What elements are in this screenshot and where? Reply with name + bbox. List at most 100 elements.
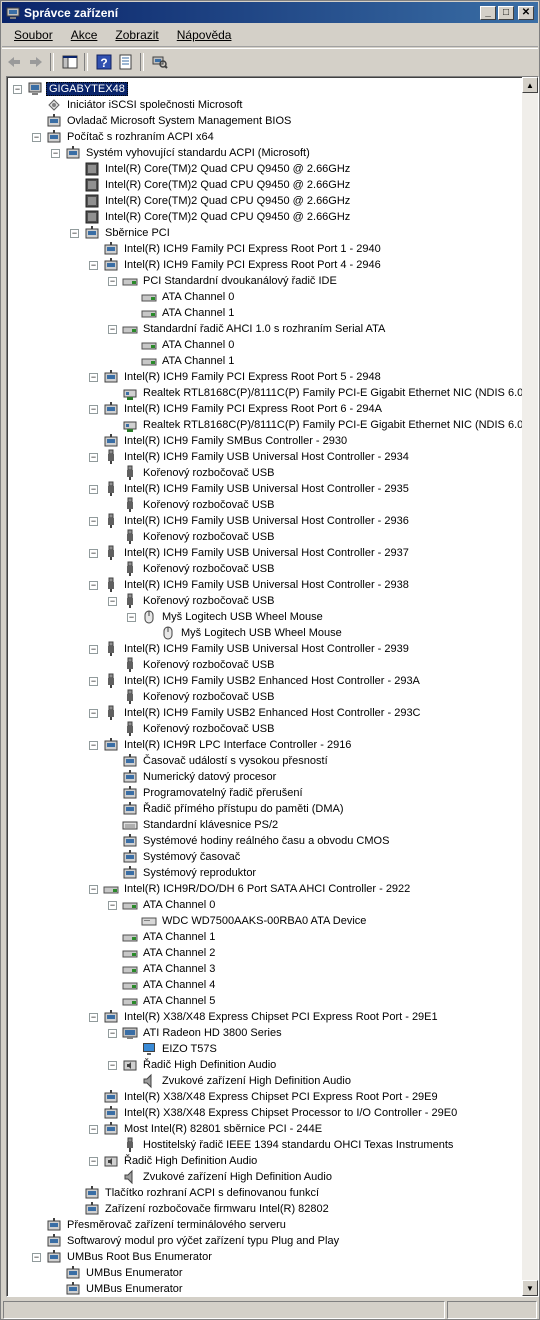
tree-node-ata-channel-1[interactable]: ATA Channel 1 [141, 353, 236, 369]
tree-node-intel-r-x38-x48-express-chipset-pci-expr[interactable]: Intel(R) X38/X48 Express Chipset PCI Exp… [103, 1009, 440, 1025]
expand-collapse-toggle[interactable]: − [51, 149, 60, 158]
tree-node-radic-high-definition-audio[interactable]: Řadič High Definition Audio [103, 1153, 259, 1169]
tree-node-systemovy-casovac[interactable]: Systémový časovač [122, 849, 242, 865]
tree-node-ata-channel-0[interactable]: ATA Channel 0 [122, 897, 217, 913]
scan-hardware-button[interactable] [150, 52, 170, 72]
menu-napoveda[interactable]: Nápověda [165, 28, 238, 42]
tree-node-intel-r-x38-x48-express-chipset-processo[interactable]: Intel(R) X38/X48 Express Chipset Process… [103, 1105, 459, 1121]
tree-node-zarizeni-rozbocovace-firmwaru-intel-r-82[interactable]: Zařízení rozbočovače firmwaru Intel(R) 8… [84, 1201, 331, 1217]
tree-node-intel-r-ich9-family-usb-universal-host-c[interactable]: Intel(R) ICH9 Family USB Universal Host … [103, 545, 411, 561]
tree-node-ata-channel-0[interactable]: ATA Channel 0 [141, 289, 236, 305]
expand-collapse-toggle[interactable]: − [32, 1253, 41, 1262]
tree-node-ata-channel-5[interactable]: ATA Channel 5 [122, 993, 217, 1009]
expand-collapse-toggle[interactable]: − [89, 517, 98, 526]
tree-node-intel-r-ich9-family-pci-express-root-por[interactable]: Intel(R) ICH9 Family PCI Express Root Po… [103, 401, 384, 417]
expand-collapse-toggle[interactable]: − [89, 373, 98, 382]
expand-collapse-toggle[interactable]: − [89, 581, 98, 590]
console-tree-button[interactable] [60, 52, 80, 72]
tree-node-intel-r-core-tm-2-quad-cpu-q9450-2-66ghz[interactable]: Intel(R) Core(TM)2 Quad CPU Q9450 @ 2.66… [84, 161, 352, 177]
tree-node-intel-r-ich9-family-smbus-controller-293[interactable]: Intel(R) ICH9 Family SMBus Controller - … [103, 433, 349, 449]
tree-node-intel-r-ich9-family-usb2-enhanced-host-c[interactable]: Intel(R) ICH9 Family USB2 Enhanced Host … [103, 705, 423, 721]
tree-node-system-vyhovujici-standardu-acpi-microso[interactable]: Systém vyhovující standardu ACPI (Micros… [65, 145, 312, 161]
expand-collapse-toggle[interactable]: − [89, 885, 98, 894]
tree-node-sbernice-pci[interactable]: Sběrnice PCI [84, 225, 172, 241]
tree-node-eizo-t57s[interactable]: EIZO T57S [141, 1041, 219, 1057]
forward-button[interactable] [26, 52, 46, 72]
expand-collapse-toggle[interactable]: − [32, 133, 41, 142]
expand-collapse-toggle[interactable]: − [108, 901, 117, 910]
tree-node-korenovy-rozbocovac-usb[interactable]: Kořenový rozbočovač USB [122, 593, 276, 609]
tree-node-intel-r-core-tm-2-quad-cpu-q9450-2-66ghz[interactable]: Intel(R) Core(TM)2 Quad CPU Q9450 @ 2.66… [84, 209, 352, 225]
tree-node-intel-r-ich9-family-usb-universal-host-c[interactable]: Intel(R) ICH9 Family USB Universal Host … [103, 449, 411, 465]
expand-collapse-toggle[interactable]: − [89, 709, 98, 718]
tree-node-intel-r-ich9r-lpc-interface-controller-2[interactable]: Intel(R) ICH9R LPC Interface Controller … [103, 737, 353, 753]
tree-node-realtek-rtl8168c-p-8111c-p-family-pci-e-[interactable]: Realtek RTL8168C(P)/8111C(P) Family PCI-… [122, 385, 529, 401]
tree-node-pocitac-s-rozhranim-acpi-x64[interactable]: Počítač s rozhraním ACPI x64 [46, 129, 216, 145]
tree-node-most-intel-r-82801-sbernice-pci-244e[interactable]: Most Intel(R) 82801 sběrnice PCI - 244E [103, 1121, 324, 1137]
tree-node-intel-r-x38-x48-express-chipset-pci-expr[interactable]: Intel(R) X38/X48 Express Chipset PCI Exp… [103, 1089, 440, 1105]
tree-node-ata-channel-4[interactable]: ATA Channel 4 [122, 977, 217, 993]
tree-node-intel-r-ich9-family-usb2-enhanced-host-c[interactable]: Intel(R) ICH9 Family USB2 Enhanced Host … [103, 673, 422, 689]
tree-node-ata-channel-3[interactable]: ATA Channel 3 [122, 961, 217, 977]
expand-collapse-toggle[interactable]: − [89, 1125, 98, 1134]
tree-node-ovladac-microsoft-system-management-bios[interactable]: Ovladač Microsoft System Management BIOS [46, 113, 293, 129]
tree-node-intel-r-ich9-family-usb-universal-host-c[interactable]: Intel(R) ICH9 Family USB Universal Host … [103, 577, 411, 593]
expand-collapse-toggle[interactable]: − [108, 277, 117, 286]
tree-node-intel-r-core-tm-2-quad-cpu-q9450-2-66ghz[interactable]: Intel(R) Core(TM)2 Quad CPU Q9450 @ 2.66… [84, 193, 352, 209]
expand-collapse-toggle[interactable]: − [127, 613, 136, 622]
tree-node-intel-r-ich9-family-usb-universal-host-c[interactable]: Intel(R) ICH9 Family USB Universal Host … [103, 513, 411, 529]
tree-node-radic-primeho-pristupu-do-pameti-dma[interactable]: Řadič přímého přístupu do paměti (DMA) [122, 801, 346, 817]
tree-node-umbus-enumerator[interactable]: UMBus Enumerator [65, 1265, 185, 1281]
expand-collapse-toggle[interactable]: − [108, 1029, 117, 1038]
minimize-button[interactable]: _ [480, 5, 496, 20]
tree-node-programovatelny-radic-preruseni[interactable]: Programovatelný řadič přerušení [122, 785, 305, 801]
tree-node-numericky-datovy-procesor[interactable]: Numerický datový procesor [122, 769, 278, 785]
scroll-up-button[interactable]: ▲ [522, 77, 538, 93]
device-tree-pane[interactable]: − GIGABYTEX48 Iniciátor iSCSI společnosti … [6, 76, 539, 1297]
tree-node-radic-high-definition-audio[interactable]: Řadič High Definition Audio [122, 1057, 278, 1073]
close-button[interactable]: ✕ [518, 5, 534, 20]
maximize-button[interactable]: □ [498, 5, 514, 20]
tree-node-korenovy-rozbocovac-usb[interactable]: Kořenový rozbočovač USB [122, 721, 276, 737]
tree-node-intel-r-ich9-family-usb-universal-host-c[interactable]: Intel(R) ICH9 Family USB Universal Host … [103, 641, 411, 657]
expand-collapse-toggle[interactable]: − [89, 645, 98, 654]
tree-node-intel-r-ich9-family-usb-universal-host-c[interactable]: Intel(R) ICH9 Family USB Universal Host … [103, 481, 411, 497]
expand-collapse-toggle[interactable]: − [89, 453, 98, 462]
expand-collapse-toggle[interactable]: − [108, 325, 117, 334]
tree-node-intel-r-ich9-family-pci-express-root-por[interactable]: Intel(R) ICH9 Family PCI Express Root Po… [103, 257, 383, 273]
tree-node-umbus-enumerator[interactable]: UMBus Enumerator [65, 1281, 185, 1296]
title-bar[interactable]: Správce zařízení _ □ ✕ [2, 2, 538, 23]
expand-collapse-toggle[interactable]: − [13, 85, 22, 94]
tree-node-mys-logitech-usb-wheel-mouse[interactable]: Myš Logitech USB Wheel Mouse [160, 625, 344, 641]
tree-node-realtek-rtl8168c-p-8111c-p-family-pci-e-[interactable]: Realtek RTL8168C(P)/8111C(P) Family PCI-… [122, 417, 529, 433]
tree-node-pci-standardni-dvoukanalovy-radic-ide[interactable]: PCI Standardní dvoukanálový řadič IDE [122, 273, 339, 289]
tree-node-intel-r-core-tm-2-quad-cpu-q9450-2-66ghz[interactable]: Intel(R) Core(TM)2 Quad CPU Q9450 @ 2.66… [84, 177, 352, 193]
menu-akce[interactable]: Akce [59, 28, 104, 42]
tree-node-mys-logitech-usb-wheel-mouse[interactable]: Myš Logitech USB Wheel Mouse [141, 609, 325, 625]
tree-node-presmerovac-zarizeni-terminaloveho-serve[interactable]: Přesměrovač zařízení terminálového serve… [46, 1217, 288, 1233]
tree-node-intel-r-ich9-family-pci-express-root-por[interactable]: Intel(R) ICH9 Family PCI Express Root Po… [103, 241, 383, 257]
expand-collapse-toggle[interactable]: − [89, 1013, 98, 1022]
tree-node-wdc-wd7500aaks-00rba0-ata-device[interactable]: WDC WD7500AAKS-00RBA0 ATA Device [141, 913, 368, 929]
expand-collapse-toggle[interactable]: − [89, 485, 98, 494]
tree-node-umbus-root-bus-enumerator[interactable]: UMBus Root Bus Enumerator [46, 1249, 214, 1265]
tree-node-korenovy-rozbocovac-usb[interactable]: Kořenový rozbočovač USB [122, 465, 276, 481]
tree-node-standardni-klavesnice-ps-2[interactable]: Standardní klávesnice PS/2 [122, 817, 280, 833]
expand-collapse-toggle[interactable]: − [89, 1157, 98, 1166]
expand-collapse-toggle[interactable]: − [89, 677, 98, 686]
expand-collapse-toggle[interactable]: − [70, 229, 79, 238]
tree-node-zvukove-zarizeni-high-definition-audio[interactable]: Zvukové zařízení High Definition Audio [122, 1169, 334, 1185]
tree-node-gigabytex48[interactable]: GIGABYTEX48 [27, 81, 128, 97]
properties-button[interactable] [116, 52, 136, 72]
expand-collapse-toggle[interactable]: − [108, 597, 117, 606]
menu-soubor[interactable]: Soubor [2, 28, 59, 42]
tree-node-intel-r-ich9-family-pci-express-root-por[interactable]: Intel(R) ICH9 Family PCI Express Root Po… [103, 369, 383, 385]
tree-node-systemove-hodiny-realneho-casu-a-obvodu-[interactable]: Systémové hodiny reálného času a obvodu … [122, 833, 391, 849]
expand-collapse-toggle[interactable]: − [89, 741, 98, 750]
tree-node-ata-channel-1[interactable]: ATA Channel 1 [141, 305, 236, 321]
tree-node-zvukove-zarizeni-high-definition-audio[interactable]: Zvukové zařízení High Definition Audio [141, 1073, 353, 1089]
tree-node-ati-radeon-hd-3800-series[interactable]: ATI Radeon HD 3800 Series [122, 1025, 284, 1041]
tree-node-intel-r-ich9r-do-dh-6-port-sata-ahci-con[interactable]: Intel(R) ICH9R/DO/DH 6 Port SATA AHCI Co… [103, 881, 412, 897]
tree-node-systemovy-reproduktor[interactable]: Systémový reproduktor [122, 865, 258, 881]
tree-node-tlacitko-rozhrani-acpi-s-definovanou-fun[interactable]: Tlačítko rozhraní ACPI s definovanou fun… [84, 1185, 321, 1201]
